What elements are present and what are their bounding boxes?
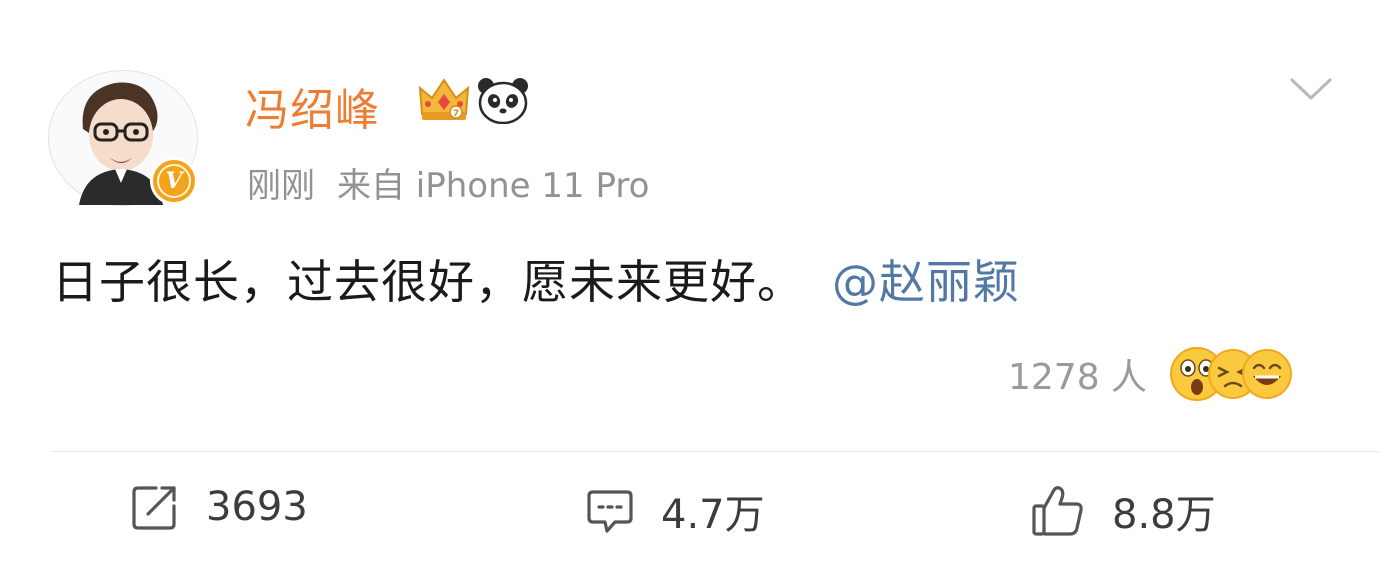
post-text: 日子很长，过去很好，愿未来更好。 @赵丽颖 <box>52 246 1020 312</box>
verified-badge: V <box>150 157 198 205</box>
crown-icon: 7 <box>418 78 470 120</box>
repost-icon <box>132 486 176 530</box>
thumbs-up-icon <box>1032 486 1083 536</box>
post-body: 日子很长，过去很好，愿未来更好。 <box>52 255 804 309</box>
reactions-summary[interactable]: 1278 人 <box>1008 346 1293 402</box>
post-time: 刚刚 <box>247 166 315 206</box>
like-count: 8.8万 <box>1112 492 1216 538</box>
weibo-post-card: V 冯绍峰 7 刚刚 来自 iPhone 11 Pro 日子很长，过去很好，愿未来… <box>0 0 1380 570</box>
comment-count: 4.7万 <box>661 492 765 538</box>
chevron-down-icon[interactable] <box>1288 74 1334 104</box>
username[interactable]: 冯绍峰 <box>245 74 380 138</box>
panda-icon <box>478 78 528 124</box>
comment-button[interactable]: 4.7万 <box>585 482 765 540</box>
laughing-emoji <box>1242 349 1293 399</box>
divider <box>50 451 1380 452</box>
like-button[interactable]: 8.8万 <box>1030 482 1216 540</box>
reaction-count: 1278 人 <box>1008 357 1148 398</box>
repost-button[interactable]: 3693 <box>130 482 308 532</box>
repost-count: 3693 <box>206 484 308 530</box>
comment-icon <box>587 490 633 533</box>
post-source: 来自 iPhone 11 Pro <box>337 166 650 206</box>
svg-text:7: 7 <box>453 109 459 119</box>
verified-badge-label: V <box>157 164 191 198</box>
post-meta: 刚刚 来自 iPhone 11 Pro <box>247 158 649 207</box>
mention-link[interactable]: @赵丽颖 <box>832 255 1020 309</box>
